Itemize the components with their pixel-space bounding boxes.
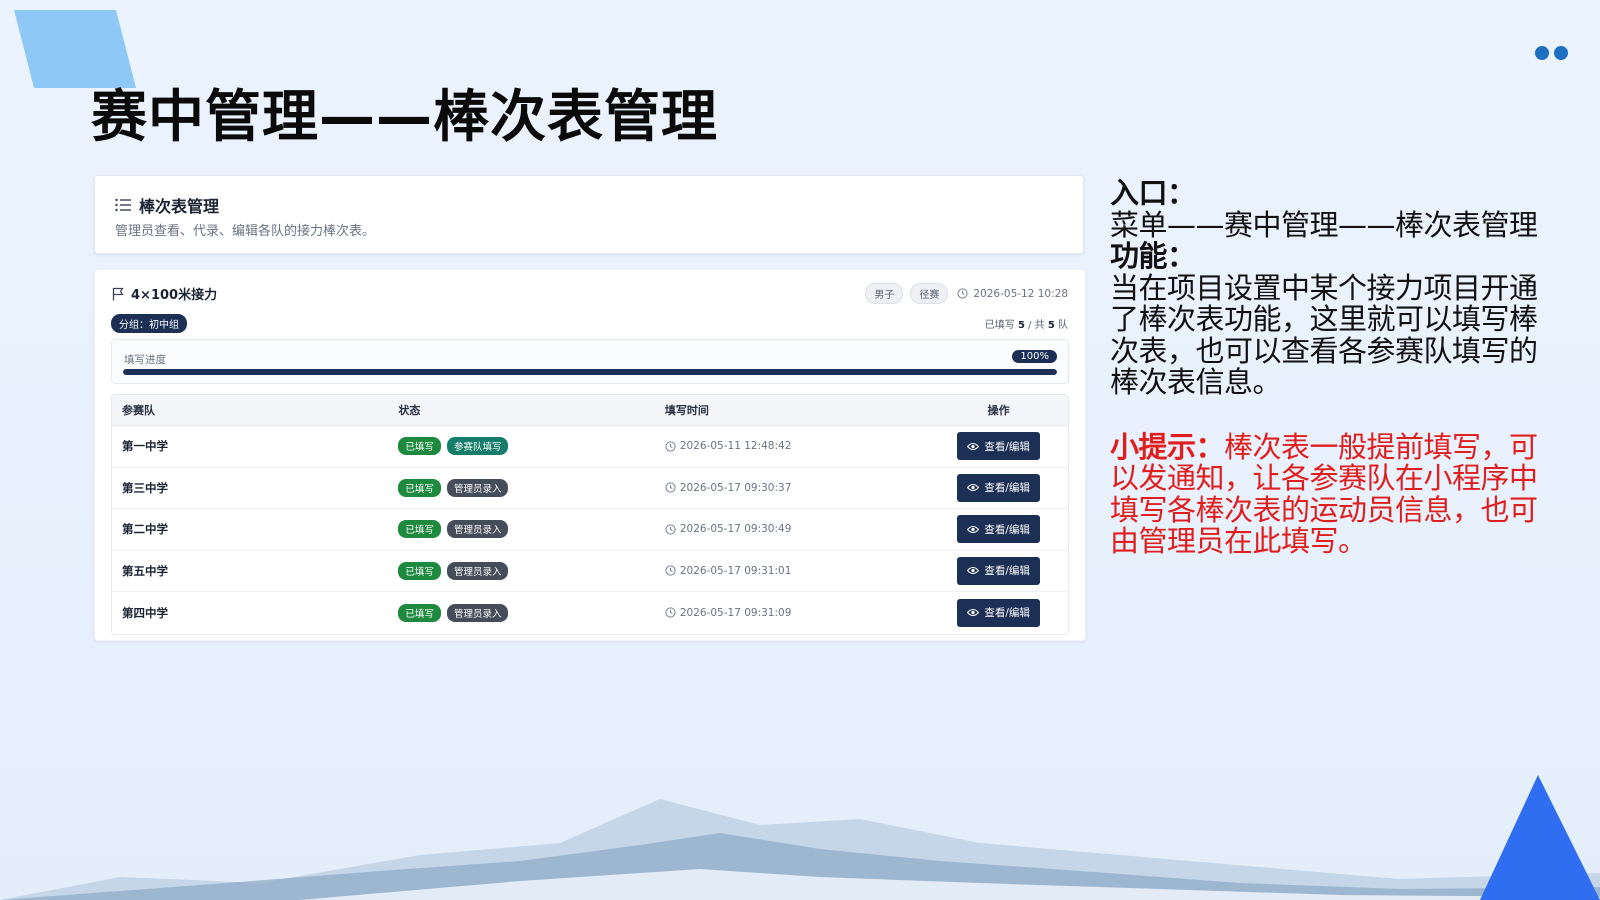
table-row: 第四中学 已填写 管理员录入 2026-05-17 09:31:09 查看/编辑 bbox=[112, 592, 1068, 634]
page-title: 棒次表管理 bbox=[139, 197, 220, 216]
flag-icon bbox=[112, 287, 124, 300]
column-header-time: 填写时间 bbox=[664, 404, 709, 417]
table-row: 第一中学 已填写 参赛队填写 2026-05-11 12:48:42 查看/编辑 bbox=[112, 426, 1068, 468]
entry-path: 菜单——赛中管理——棒次表管理 bbox=[1110, 207, 1538, 242]
column-header-action: 操作 bbox=[987, 404, 1010, 417]
mountain-landscape-image bbox=[0, 799, 1600, 900]
group-badge: 分组：初中组 bbox=[111, 314, 187, 333]
status-badge: 已填写 bbox=[398, 520, 441, 539]
table-row: 第三中学 已填写 管理员录入 2026-05-17 09:30:37 查看/编辑 bbox=[112, 468, 1068, 509]
status-badge: 已填写 bbox=[398, 478, 441, 497]
view-edit-label: 查看/编辑 bbox=[984, 565, 1030, 578]
fill-time-text: 2026-05-17 09:31:09 bbox=[679, 606, 792, 619]
fill-time: 2026-05-17 09:30:49 bbox=[665, 523, 929, 535]
fill-time-text: 2026-05-11 12:48:42 bbox=[679, 440, 792, 453]
fill-time-text: 2026-05-17 09:30:37 bbox=[679, 481, 792, 494]
view-edit-button[interactable]: 查看/编辑 bbox=[957, 598, 1040, 627]
column-header-status: 状态 bbox=[398, 404, 421, 417]
fill-time-text: 2026-05-17 09:30:49 bbox=[679, 523, 792, 536]
clock-icon bbox=[665, 524, 676, 535]
filled-count: 5 bbox=[1017, 320, 1025, 331]
source-badge: 管理员录入 bbox=[446, 520, 509, 539]
team-name: 第四中学 bbox=[122, 605, 168, 620]
status-badge: 已填写 bbox=[398, 437, 441, 456]
view-edit-button[interactable]: 查看/编辑 bbox=[957, 432, 1040, 461]
clock-icon bbox=[957, 288, 968, 299]
event-name: 4×100米接力 bbox=[131, 288, 218, 303]
gender-chip: 男子 bbox=[865, 283, 904, 304]
fill-time-text: 2026-05-17 09:31:01 bbox=[679, 564, 792, 577]
view-edit-button[interactable]: 查看/编辑 bbox=[957, 556, 1040, 585]
eye-icon bbox=[967, 525, 980, 533]
progress-bar-fill bbox=[123, 369, 1057, 375]
fill-count-suffix: 队 bbox=[1058, 320, 1068, 331]
entry-heading: 入口： bbox=[1110, 176, 1196, 210]
fill-count: 已填写 5 / 共 5 队 bbox=[985, 316, 1068, 331]
page-description: 管理员查看、代录、编辑各队的接力棒次表。 bbox=[115, 224, 376, 239]
source-badge: 参赛队填写 bbox=[446, 437, 509, 456]
source-badge: 管理员录入 bbox=[446, 561, 509, 580]
source-badge: 管理员录入 bbox=[446, 478, 509, 497]
relay-table: 参赛队 状态 填写时间 操作 第一中学 已填写 参赛队填写 2026-05-11… bbox=[111, 394, 1069, 635]
clock-icon bbox=[665, 482, 676, 493]
status-badge: 已填写 bbox=[398, 561, 441, 580]
view-edit-label: 查看/编辑 bbox=[984, 523, 1030, 536]
feature-description: 入口： 菜单——赛中管理——棒次表管理 功能： 当在项目设置中某个接力项目开通了… bbox=[1110, 176, 1565, 558]
view-edit-label: 查看/编辑 bbox=[984, 482, 1030, 495]
event-datetime: 2026-05-12 10:28 bbox=[957, 288, 1068, 300]
relay-event-card: 4×100米接力 男子 径赛 2026-05-12 10:28 分组：初中组 已… bbox=[94, 269, 1086, 641]
decorative-dots bbox=[1535, 46, 1568, 60]
fill-time: 2026-05-17 09:31:09 bbox=[665, 607, 929, 619]
event-meta: 男子 径赛 2026-05-12 10:28 bbox=[865, 283, 1068, 304]
view-edit-label: 查看/编辑 bbox=[984, 607, 1030, 620]
category-chip: 径赛 bbox=[910, 283, 949, 304]
slide: 赛中管理——棒次表管理 棒次表管理 管理员查看、代录、编辑各队的接力棒次表。 4… bbox=[0, 0, 1600, 900]
clock-icon bbox=[665, 441, 676, 452]
view-edit-button[interactable]: 查看/编辑 bbox=[957, 515, 1040, 544]
total-count: 5 bbox=[1047, 320, 1055, 331]
table-row: 第五中学 已填写 管理员录入 2026-05-17 09:31:01 查看/编辑 bbox=[112, 551, 1068, 592]
function-heading: 功能： bbox=[1110, 239, 1196, 273]
clock-icon bbox=[665, 607, 676, 618]
event-datetime-text: 2026-05-12 10:28 bbox=[973, 287, 1068, 300]
event-title-row: 4×100米接力 bbox=[112, 284, 217, 303]
fill-count-mid: / 共 bbox=[1028, 320, 1045, 331]
progress-bar bbox=[123, 369, 1057, 375]
page-header-title-row: 棒次表管理 bbox=[115, 193, 219, 217]
progress-panel: 填写进度 100% bbox=[111, 339, 1069, 384]
clock-icon bbox=[665, 565, 676, 576]
view-edit-label: 查看/编辑 bbox=[984, 440, 1030, 453]
tip-heading: 小提示： bbox=[1110, 429, 1225, 464]
view-edit-button[interactable]: 查看/编辑 bbox=[957, 473, 1040, 502]
fill-time: 2026-05-17 09:31:01 bbox=[665, 565, 929, 577]
tip-paragraph: 小提示：棒次表一般提前填写，可以发通知，让各参赛队在小程序中填写各棒次表的运动员… bbox=[1110, 429, 1565, 558]
list-icon bbox=[115, 198, 131, 212]
status-badge: 已填写 bbox=[398, 603, 441, 622]
team-name: 第三中学 bbox=[122, 480, 168, 495]
eye-icon bbox=[967, 609, 980, 617]
slide-title: 赛中管理——棒次表管理 bbox=[91, 85, 718, 150]
fill-count-prefix: 已填写 bbox=[984, 320, 1015, 331]
team-name: 第一中学 bbox=[122, 439, 168, 454]
page-header-card: 棒次表管理 管理员查看、代录、编辑各队的接力棒次表。 bbox=[94, 175, 1084, 254]
source-badge: 管理员录入 bbox=[446, 603, 509, 622]
progress-label: 填写进度 bbox=[124, 354, 166, 366]
eye-icon bbox=[967, 484, 980, 492]
team-name: 第二中学 bbox=[122, 522, 168, 537]
progress-percent-badge: 100% bbox=[1012, 350, 1057, 363]
eye-icon bbox=[967, 442, 980, 450]
fill-time: 2026-05-17 09:30:37 bbox=[665, 482, 929, 494]
eye-icon bbox=[967, 567, 980, 575]
column-header-team: 参赛队 bbox=[122, 404, 155, 417]
team-name: 第五中学 bbox=[122, 563, 168, 578]
table-row: 第二中学 已填写 管理员录入 2026-05-17 09:30:49 查看/编辑 bbox=[112, 509, 1068, 551]
table-header: 参赛队 状态 填写时间 操作 bbox=[112, 395, 1068, 426]
function-text: 当在项目设置中某个接力项目开通了棒次表功能，这里就可以填写棒次表，也可以查看各参… bbox=[1110, 270, 1538, 399]
fill-time: 2026-05-11 12:48:42 bbox=[665, 440, 929, 452]
decorative-triangle bbox=[1480, 775, 1600, 900]
